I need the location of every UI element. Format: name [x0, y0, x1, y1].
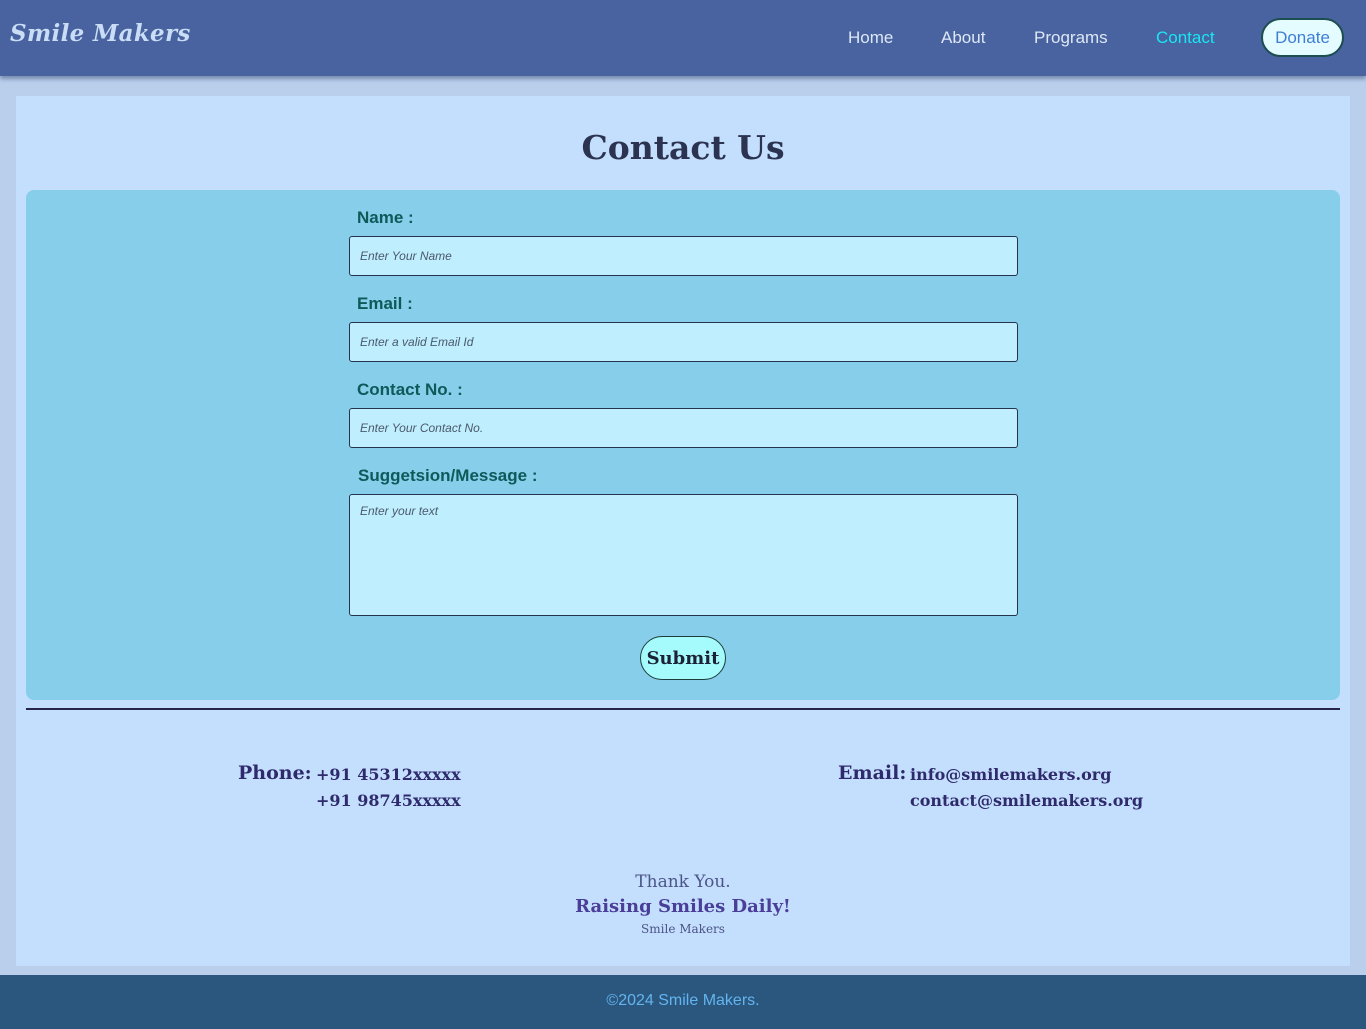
- navbar: Smile Makers Home About Programs Contact…: [0, 0, 1366, 76]
- email-address[interactable]: info@smilemakers.org: [910, 765, 1111, 784]
- nav-link-home[interactable]: Home: [848, 28, 893, 48]
- phone-number: +91 98745xxxxx: [316, 791, 461, 810]
- contact-no-label: Contact No. :: [357, 380, 463, 399]
- phone-heading: Phone:: [238, 762, 312, 784]
- email-address[interactable]: contact@smilemakers.org: [910, 791, 1143, 810]
- nav-link-contact[interactable]: Contact: [1156, 28, 1215, 48]
- message-textarea[interactable]: [349, 494, 1018, 616]
- site-logo[interactable]: Smile Makers: [10, 20, 191, 47]
- tagline: Raising Smiles Daily!: [575, 896, 791, 917]
- email-input[interactable]: [349, 322, 1018, 362]
- nav-link-programs[interactable]: Programs: [1034, 28, 1108, 48]
- name-label: Name :: [357, 208, 414, 227]
- contact-no-input[interactable]: [349, 408, 1018, 448]
- page-title: Contact Us: [581, 128, 785, 167]
- nav-link-about[interactable]: About: [941, 28, 985, 48]
- signature: Smile Makers: [641, 922, 725, 936]
- thank-you-text: Thank You.: [635, 872, 731, 892]
- section-divider: [26, 708, 1340, 710]
- copyright-text: ©2024 Smile Makers.: [606, 992, 760, 1009]
- phone-number: +91 45312xxxxx: [316, 765, 461, 784]
- email-label: Email :: [357, 294, 413, 313]
- donate-button[interactable]: Donate: [1261, 18, 1344, 57]
- email-heading: Email:: [838, 762, 907, 784]
- footer: ©2024 Smile Makers.: [0, 975, 1366, 1029]
- name-input[interactable]: [349, 236, 1018, 276]
- submit-button[interactable]: Submit: [640, 636, 726, 680]
- message-label: Suggetsion/Message :: [358, 466, 538, 485]
